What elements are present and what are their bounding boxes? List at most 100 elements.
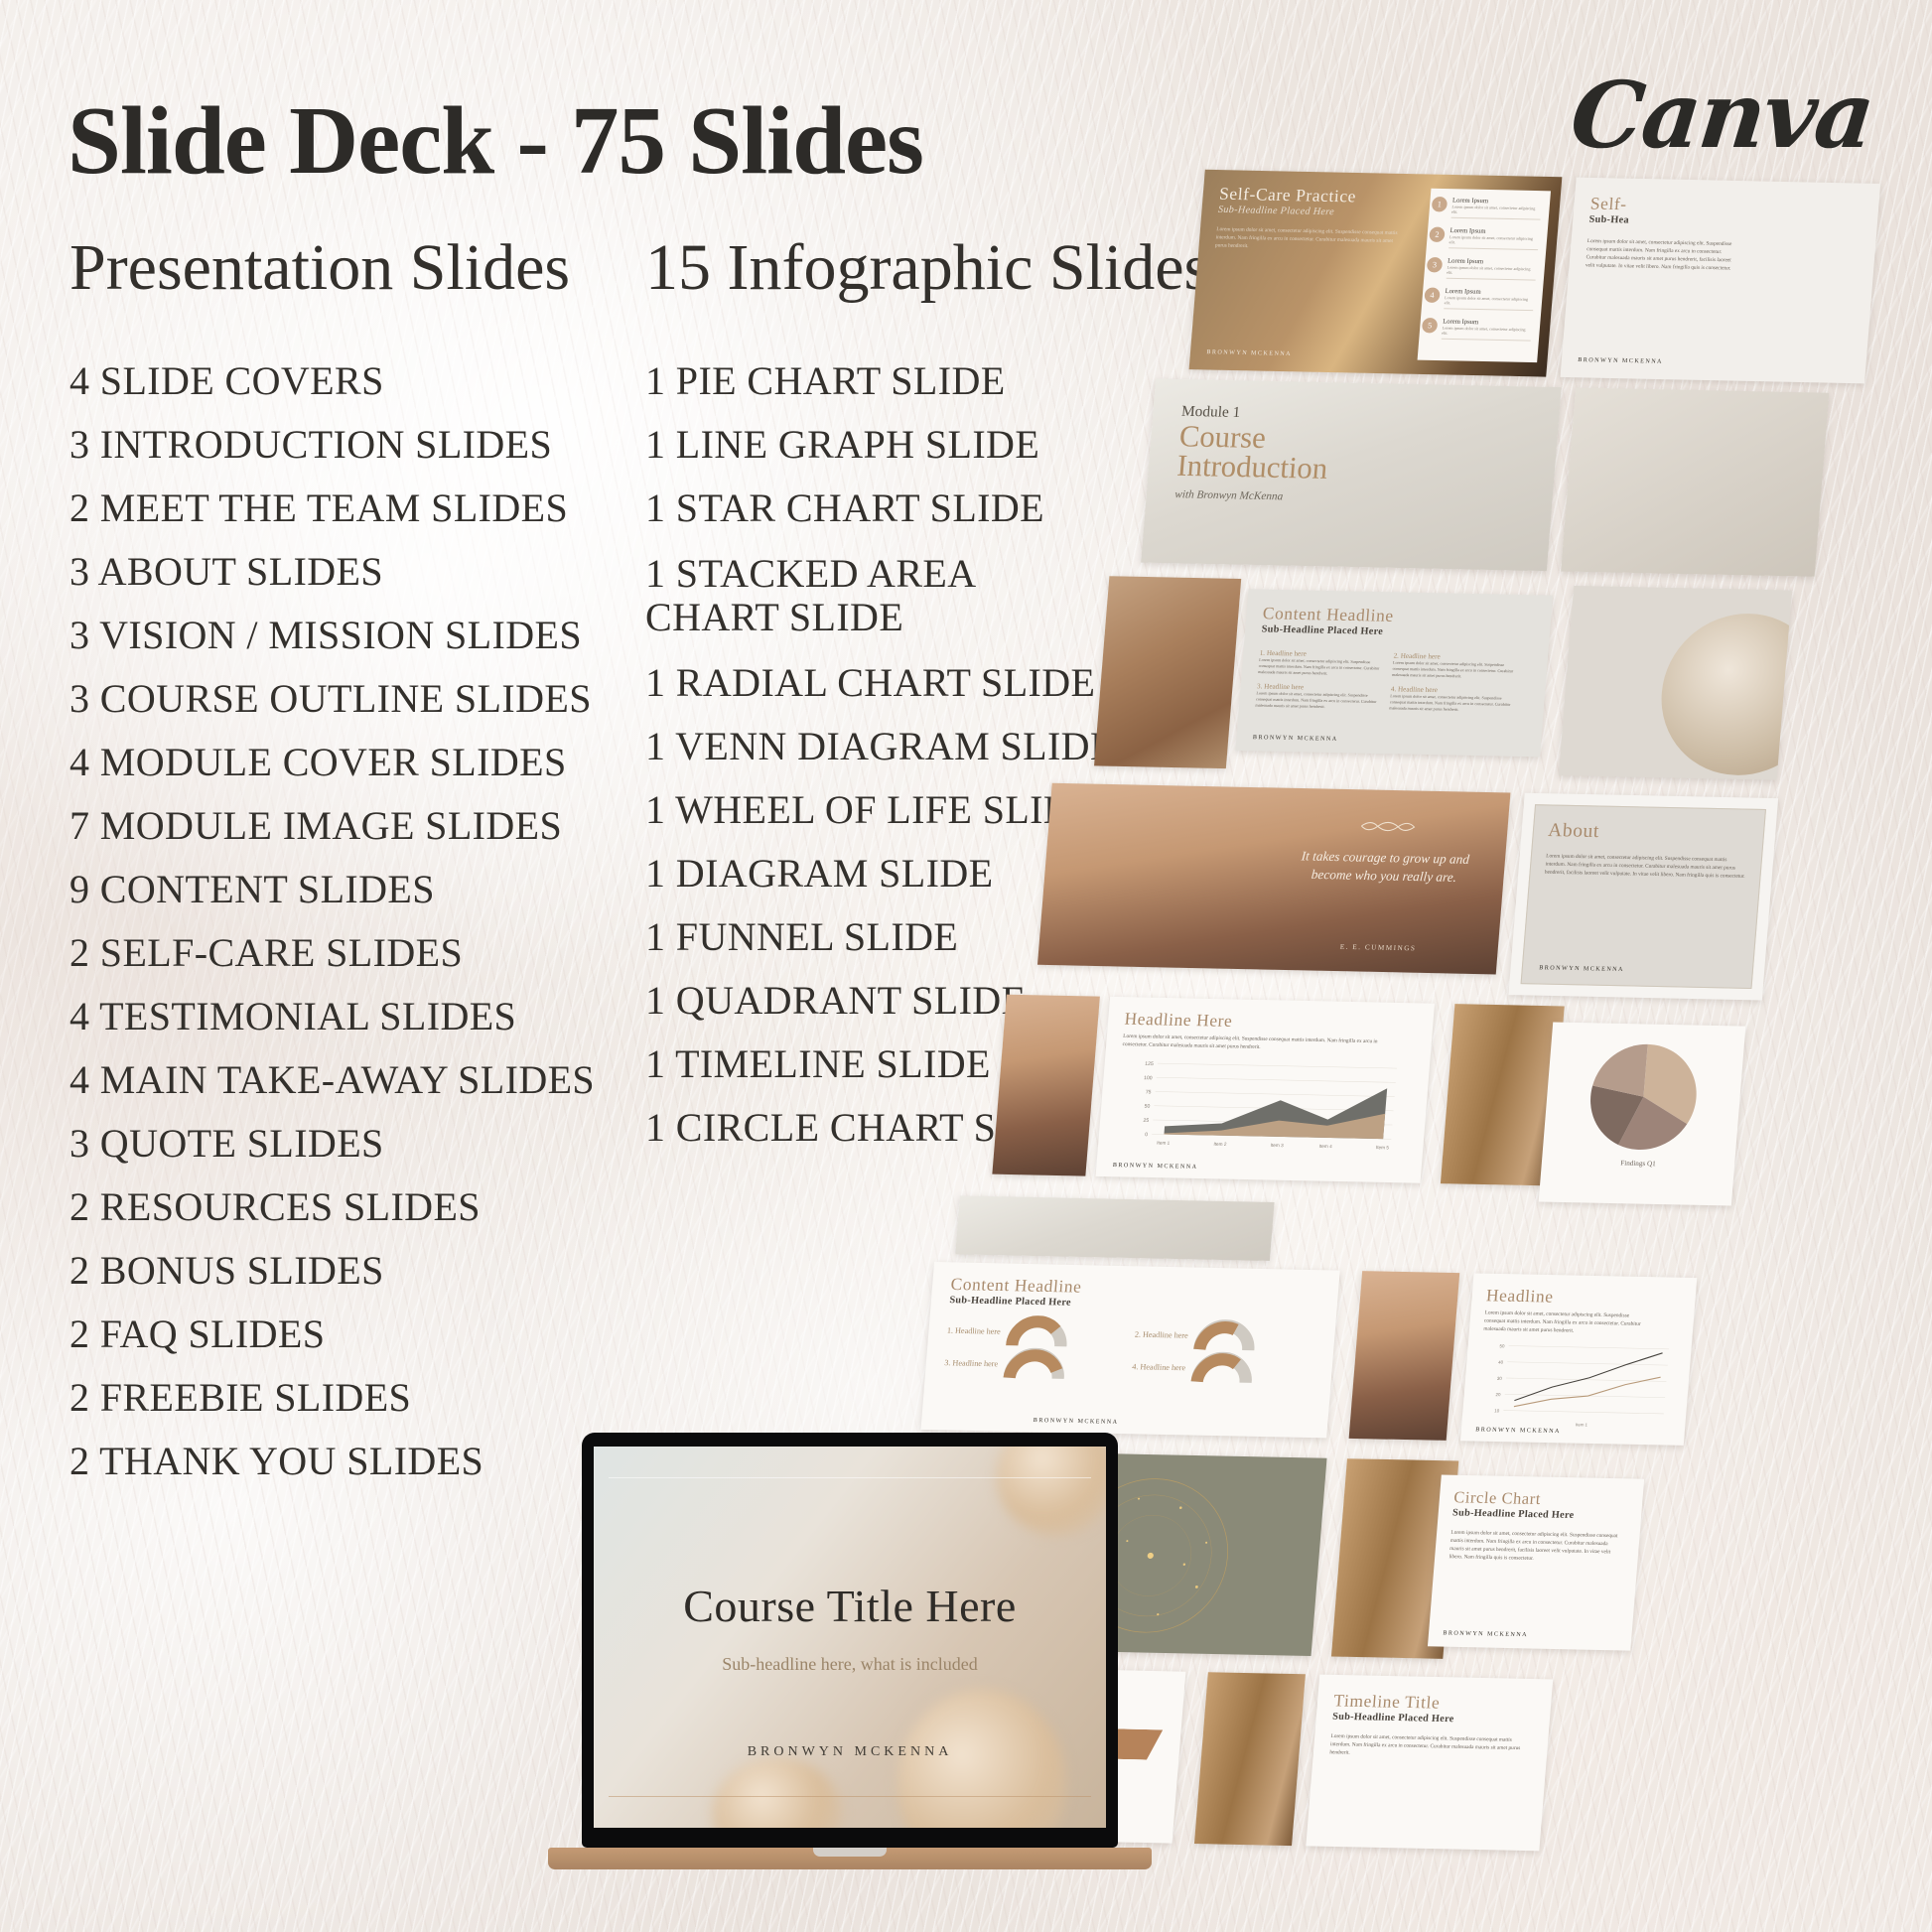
list-item: 2 FREEBIE SLIDES — [69, 1375, 412, 1420]
thumbnail-line-graph-slide[interactable]: Headline Lorem ipsum dolor sit amet, con… — [1459, 1273, 1698, 1446]
list-item: 2 FAQ SLIDES — [69, 1311, 326, 1356]
list-item: 4 MAIN TAKE-AWAY SLIDES — [69, 1057, 596, 1102]
laptop-slide-brand: BRONWYN MCKENNA — [747, 1743, 953, 1759]
item-desc: Lorem ipsum dolor sit amet, consectetur … — [1442, 325, 1526, 336]
slide-brand-footer: BRONWYN MCKENNA — [1252, 735, 1338, 743]
item-desc: Lorem ipsum dolor sit amet, consectetur … — [1444, 295, 1529, 306]
presentation-slides-column: Presentation Slides 4 SLIDE COVERS 3 INT… — [69, 230, 705, 1505]
laptop-slide-subtitle: Sub-headline here, what is included — [722, 1654, 978, 1675]
point-desc: Lorem ipsum dolor sit amet, consectetur … — [1391, 659, 1514, 679]
stacked-area-chart: 125 100 75 50 25 0 Item 1 Item 2 Item 3 Item 4… — [1143, 1061, 1398, 1151]
thumbnail-texture-image[interactable] — [1094, 576, 1242, 769]
svg-text:Item 3: Item 3 — [1270, 1143, 1284, 1148]
gauge-label: 4. Headline here — [1131, 1361, 1186, 1372]
step-number: 1 — [1431, 196, 1449, 212]
slide-brand-footer: BRONWYN MCKENNA — [1112, 1162, 1198, 1171]
list-item: 2 SELF-CARE SLIDES — [69, 930, 464, 975]
gauge-label: 3. Headline here — [943, 1357, 999, 1368]
laptop-screen[interactable]: Course Title Here Sub-headline here, wha… — [594, 1447, 1106, 1828]
list-item: 1 STACKED AREA CHART SLIDE — [645, 551, 975, 639]
list-item: 2 Lorem Ipsum Lorem ipsum dolor sit amet, … — [1429, 226, 1540, 251]
list-item: 2 RESOURCES SLIDES — [69, 1184, 481, 1229]
thumbnail-pie-chart-slide[interactable]: Findings Q1 — [1538, 1022, 1746, 1206]
step-number: 5 — [1421, 317, 1439, 334]
pie-chart: Findings Q1 — [1590, 1043, 1697, 1168]
svg-text:30: 30 — [1497, 1376, 1503, 1381]
list-item: 2 BONUS SLIDES — [69, 1248, 384, 1293]
quote-author: E. E. CUMMINGS — [1339, 942, 1417, 953]
thumbnail-circle-image[interactable] — [1558, 585, 1792, 780]
thumbnail-quote-slide[interactable]: It takes courage to grow up and become w… — [1036, 782, 1511, 975]
step-number: 4 — [1424, 287, 1441, 304]
svg-text:0: 0 — [1145, 1132, 1148, 1138]
line-chart: 50 40 30 20 10 Item 1 — [1494, 1344, 1670, 1428]
svg-text:100: 100 — [1144, 1075, 1153, 1081]
list-item: 2 MEET THE TEAM SLIDES — [69, 485, 569, 530]
slide-title: About — [1547, 819, 1600, 843]
list-item: 1 Lorem Ipsum Lorem ipsum dolor sit amet, … — [1431, 196, 1543, 220]
slide-brand-footer: BRONWYN MCKENNA — [1443, 1630, 1529, 1639]
page-title: Slide Deck - 75 Slides — [68, 87, 924, 194]
thumbnail-content-headline[interactable]: Content Headline Sub-Headline Placed Her… — [1235, 589, 1554, 758]
list-item: 4 MODULE COVER SLIDES — [69, 740, 567, 784]
slide-body-text: Lorem ipsum dolor sit amet, consectetur … — [1122, 1033, 1378, 1051]
presentation-slides-list: 4 SLIDE COVERS 3 INTRODUCTION SLIDES 2 M… — [69, 361, 705, 1481]
svg-text:125: 125 — [1145, 1061, 1154, 1067]
thumbnail-circle-chart-slide[interactable]: Circle Chart Sub-Headline Placed Here Lo… — [1427, 1474, 1645, 1651]
svg-text:75: 75 — [1146, 1090, 1152, 1096]
list-item: 3 QUOTE SLIDES — [69, 1121, 384, 1166]
svg-text:50: 50 — [1144, 1104, 1150, 1110]
list-item: 3 VISION / MISSION SLIDES — [69, 613, 582, 657]
slide-body-text: Lorem ipsum dolor sit amet, consectetur … — [1449, 1529, 1618, 1563]
slide-brand-footer: BRONWYN MCKENNA — [1206, 349, 1293, 357]
thumbnail-module-cover[interactable]: Module 1 Course Introduction with Bronwy… — [1141, 378, 1562, 572]
thumbnail-radial-chart-slide[interactable]: Content Headline Sub-Headline Placed Her… — [920, 1262, 1340, 1439]
thumbnail-wood-image[interactable] — [1193, 1672, 1306, 1847]
list-item: 3 Lorem Ipsum Lorem ipsum dolor sit amet, … — [1426, 256, 1538, 281]
slide-brand-footer: BRONWYN MCKENNA — [1538, 965, 1625, 974]
thumbnail-image-slide[interactable] — [1561, 387, 1830, 577]
radial-gauge-icon — [1190, 1351, 1252, 1384]
list-item: 4 Lorem Ipsum Lorem ipsum dolor sit amet, … — [1424, 287, 1535, 312]
laptop-lid: Course Title Here Sub-headline here, wha… — [582, 1433, 1118, 1848]
thumbnail-self-care-practice[interactable]: Self-Care Practice Sub-Headline Placed H… — [1188, 169, 1563, 377]
slide-body-text: Lorem ipsum dolor sit amet, consectetur … — [1483, 1310, 1641, 1334]
list-item: 5 Lorem Ipsum Lorem ipsum dolor sit amet, … — [1421, 317, 1533, 342]
svg-text:20: 20 — [1495, 1392, 1501, 1397]
svg-text:25: 25 — [1143, 1118, 1149, 1124]
laptop-mockup: Course Title Here Sub-headline here, wha… — [548, 1433, 1152, 1869]
slide-brand-footer: BRONWYN MCKENNA — [1033, 1417, 1119, 1426]
presentation-slides-heading: Presentation Slides — [69, 231, 571, 304]
thumbnail-self-care-text[interactable]: Self- Sub-Hea Lorem ipsum dolor sit amet… — [1560, 177, 1881, 384]
gauge-label: 2. Headline here — [1134, 1328, 1189, 1340]
thumbnail-timeline-slide[interactable]: Timeline Title Sub-Headline Placed Here … — [1306, 1674, 1554, 1852]
list-item: 3 ABOUT SLIDES — [69, 549, 384, 594]
thumbnail-dune-image[interactable] — [1348, 1271, 1460, 1441]
numbered-list-card: 1 Lorem Ipsum Lorem ipsum dolor sit amet, … — [1417, 188, 1552, 363]
thumbnail-area-chart-slide[interactable]: Headline Here Lorem ipsum dolor sit amet… — [1095, 996, 1436, 1183]
svg-text:Item 5: Item 5 — [1376, 1145, 1390, 1150]
slide-body-text: Lorem ipsum dolor sit amet, consectetur … — [1214, 226, 1398, 250]
slide-title: Headline — [1485, 1285, 1555, 1307]
list-item: 3 INTRODUCTION SLIDES — [69, 422, 553, 467]
svg-text:10: 10 — [1494, 1409, 1500, 1414]
item-desc: Lorem ipsum dolor sit amet, consectetur … — [1450, 204, 1536, 214]
item-desc: Lorem ipsum dolor sit amet, consectetur … — [1447, 264, 1531, 275]
radial-gauge-icon — [1192, 1319, 1255, 1351]
radial-gauge-icon — [1005, 1315, 1067, 1347]
canva-logo: Canva — [1566, 62, 1878, 169]
gauge-label: 1. Headline here — [946, 1324, 1002, 1336]
list-item: 4 TESTIMONIAL SLIDES — [69, 994, 517, 1038]
thumbnail-about-slide[interactable]: About Lorem ipsum dolor sit amet, consec… — [1508, 792, 1779, 1001]
step-number: 3 — [1426, 256, 1444, 273]
slide-brand-footer: BRONWYN MCKENNA — [1577, 356, 1664, 365]
slide-title: Headline Here — [1123, 1009, 1234, 1032]
slide-brand-footer: BRONWYN MCKENNA — [1474, 1427, 1562, 1436]
list-item: 7 MODULE IMAGE SLIDES — [69, 803, 563, 848]
thumbnail-grass-banner[interactable] — [955, 1195, 1275, 1261]
laptop-notch — [813, 1848, 887, 1857]
slide-body-text: Lorem ipsum dolor sit amet, consectetur … — [1329, 1732, 1521, 1756]
thumbnail-dune-image[interactable] — [992, 994, 1100, 1176]
item-desc: Lorem ipsum dolor sit amet, consectetur … — [1449, 234, 1534, 245]
svg-text:50: 50 — [1499, 1344, 1505, 1349]
